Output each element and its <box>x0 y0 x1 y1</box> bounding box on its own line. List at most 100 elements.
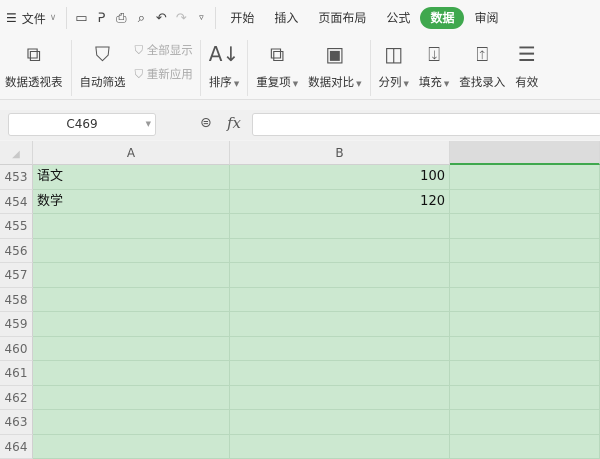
cell-c[interactable] <box>450 312 600 337</box>
cell-b[interactable] <box>230 239 450 264</box>
cell-c[interactable] <box>450 386 600 411</box>
redo-icon[interactable]: ↷ <box>171 11 191 26</box>
pivot-table-button[interactable]: ⧉数据透视表 <box>0 40 68 90</box>
cell-a[interactable] <box>33 361 230 386</box>
cell-b[interactable] <box>230 386 450 411</box>
row-number[interactable]: 457 <box>0 263 33 288</box>
chevron-down-icon: ∨ <box>50 13 57 23</box>
cell-b[interactable] <box>230 288 450 313</box>
table-row: 459 <box>0 312 600 337</box>
cell-b[interactable]: 100 <box>230 165 450 190</box>
cell-a[interactable]: 数学 <box>33 190 230 215</box>
divider <box>71 40 72 96</box>
row-number[interactable]: 463 <box>0 410 33 435</box>
cell-a[interactable] <box>33 386 230 411</box>
sort-button[interactable]: A↓排序▼ <box>204 40 244 90</box>
cell-b[interactable] <box>230 361 450 386</box>
fx-icon[interactable]: fx <box>227 114 241 132</box>
compare-icon: ▣ <box>325 40 344 68</box>
column-header-b[interactable]: B <box>230 141 450 165</box>
cell-c[interactable] <box>450 214 600 239</box>
tab-formulas[interactable]: 公式 <box>376 7 420 29</box>
spreadsheet-grid: ◢ A B 453 语文 100 454 数学 120 455 456 457 … <box>0 141 600 450</box>
cell-a[interactable] <box>33 214 230 239</box>
print-icon[interactable]: ⎙ <box>111 11 131 26</box>
table-row: 461 <box>0 361 600 386</box>
cell-c[interactable] <box>450 410 600 435</box>
data-compare-button[interactable]: ▣数据对比▼ <box>303 40 366 90</box>
customize-icon[interactable]: ▿ <box>191 13 211 23</box>
save-icon[interactable]: ▭ <box>71 11 91 26</box>
table-row: 463 <box>0 410 600 435</box>
column-header-a[interactable]: A <box>33 141 230 165</box>
cell-a[interactable] <box>33 288 230 313</box>
cell-b[interactable] <box>230 214 450 239</box>
cell-b[interactable] <box>230 337 450 362</box>
divider <box>247 40 248 96</box>
row-number[interactable]: 461 <box>0 361 33 386</box>
undo-icon[interactable]: ↶ <box>151 11 171 26</box>
table-row: 453 语文 100 <box>0 165 600 190</box>
reapply-button[interactable]: ⛉ 重新应用 <box>135 66 193 82</box>
fill-button[interactable]: ⍗填充▼ <box>414 40 454 90</box>
cell-c[interactable] <box>450 239 600 264</box>
name-box[interactable]: C469▼ <box>8 113 156 136</box>
zoom-icon[interactable]: ⊜ <box>200 115 212 131</box>
validity-icon: ☰ <box>518 40 536 68</box>
cell-b[interactable] <box>230 435 450 459</box>
row-number[interactable]: 456 <box>0 239 33 264</box>
split-column-button[interactable]: ◫分列▼ <box>374 40 414 90</box>
tab-review[interactable]: 审阅 <box>464 7 508 29</box>
cell-a[interactable]: 语文 <box>33 165 230 190</box>
cell-c[interactable] <box>450 288 600 313</box>
formula-input[interactable] <box>252 113 600 136</box>
file-menu[interactable]: ☰文件∨ <box>0 6 62 30</box>
ribbon: ⧉数据透视表 ⛉自动筛选 ⛉ 全部显示 ⛉ 重新应用 A↓排序▼ ⧉重复项▼ ▣… <box>0 36 600 100</box>
row-number[interactable]: 454 <box>0 190 33 215</box>
row-number[interactable]: 462 <box>0 386 33 411</box>
tab-insert[interactable]: 插入 <box>264 7 308 29</box>
cell-a[interactable] <box>33 312 230 337</box>
row-number[interactable]: 458 <box>0 288 33 313</box>
cell-a[interactable] <box>33 337 230 362</box>
column-header-c[interactable] <box>450 141 600 165</box>
tab-home[interactable]: 开始 <box>220 7 264 29</box>
divider <box>370 40 371 96</box>
table-row: 464 <box>0 435 600 459</box>
cell-c[interactable] <box>450 361 600 386</box>
print-preview-icon[interactable]: ⌕ <box>131 11 151 26</box>
cell-a[interactable] <box>33 263 230 288</box>
cell-b[interactable]: 120 <box>230 190 450 215</box>
cell-c[interactable] <box>450 435 600 459</box>
table-row: 454 数学 120 <box>0 190 600 215</box>
divider <box>200 40 201 96</box>
cell-b[interactable] <box>230 312 450 337</box>
validity-button[interactable]: ☰有效 <box>510 40 543 90</box>
row-number[interactable]: 459 <box>0 312 33 337</box>
tab-data[interactable]: 数据 <box>420 7 464 29</box>
cell-a[interactable] <box>33 410 230 435</box>
autofilter-button[interactable]: ⛉自动筛选 <box>75 40 131 90</box>
cell-a[interactable] <box>33 239 230 264</box>
lookup-entry-button[interactable]: ⍐查找录入 <box>454 40 510 90</box>
cell-c[interactable] <box>450 337 600 362</box>
tab-page-layout[interactable]: 页面布局 <box>308 7 376 29</box>
row-number[interactable]: 464 <box>0 435 33 459</box>
table-row: 456 <box>0 239 600 264</box>
cell-a[interactable] <box>33 435 230 459</box>
cell-c[interactable] <box>450 165 600 190</box>
row-number[interactable]: 453 <box>0 165 33 190</box>
cell-b[interactable] <box>230 410 450 435</box>
cell-b[interactable] <box>230 263 450 288</box>
cell-c[interactable] <box>450 190 600 215</box>
format-painter-icon[interactable]: ᕈ <box>91 11 111 26</box>
menu-bar: ☰文件∨ ▭ ᕈ ⎙ ⌕ ↶ ↷ ▿ 开始 插入 页面布局 公式 数据 审阅 <box>0 0 600 36</box>
duplicates-icon: ⧉ <box>270 40 284 68</box>
dropdown-icon[interactable]: ▼ <box>146 114 151 135</box>
select-all-corner[interactable]: ◢ <box>0 141 33 165</box>
show-all-button[interactable]: ⛉ 全部显示 <box>135 42 193 58</box>
row-number[interactable]: 455 <box>0 214 33 239</box>
cell-c[interactable] <box>450 263 600 288</box>
duplicates-button[interactable]: ⧉重复项▼ <box>251 40 303 90</box>
row-number[interactable]: 460 <box>0 337 33 362</box>
